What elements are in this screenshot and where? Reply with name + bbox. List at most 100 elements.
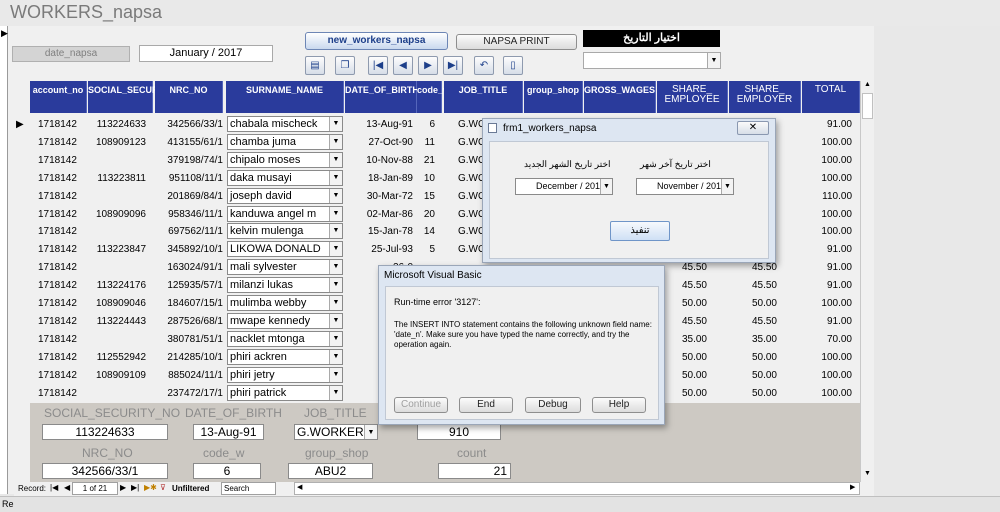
cell-nrc-no[interactable]: 885024/11/1: [150, 367, 223, 384]
cell-account-no[interactable]: 1718142: [38, 134, 88, 151]
cell-nrc-no[interactable]: 379198/74/1: [150, 152, 223, 169]
close-icon[interactable]: ✕: [737, 121, 769, 135]
cell-date-of-birth[interactable]: 13-Aug-91: [345, 116, 413, 133]
cell-account-no[interactable]: 1718142: [38, 295, 88, 312]
cell-share-employer[interactable]: 45.50: [729, 277, 777, 294]
surname-combo[interactable]: chabala mischeck ▼: [227, 116, 343, 132]
new-workers-napsa-button[interactable]: new_workers_napsa: [305, 32, 448, 50]
cell-share-employer[interactable]: 50.00: [729, 367, 777, 384]
column-header-share-employee[interactable]: SHARE_ EMPLOYEE: [657, 81, 728, 113]
cell-total[interactable]: 100.00: [802, 206, 852, 223]
cell-account-no[interactable]: 1718142: [38, 367, 88, 384]
dropdown-arrow-icon[interactable]: ▼: [329, 207, 342, 221]
cell-nrc-no[interactable]: 163024/91/1: [150, 259, 223, 276]
cell-nrc-no[interactable]: 125935/57/1: [150, 277, 223, 294]
dropdown-arrow-icon[interactable]: ▼: [329, 260, 342, 274]
dropdown-arrow-icon[interactable]: ▼: [329, 386, 342, 400]
cell-social-security-no[interactable]: [88, 188, 146, 205]
cell-total[interactable]: 91.00: [802, 277, 852, 294]
nav-new-record-icon[interactable]: ▶✱: [144, 483, 157, 492]
surname-combo[interactable]: daka musayi ▼: [227, 170, 343, 186]
form-record-selector[interactable]: [0, 26, 8, 494]
detail-count-field[interactable]: 21: [438, 463, 511, 479]
dropdown-arrow-icon[interactable]: ▼: [329, 314, 342, 328]
cell-date-of-birth[interactable]: 18-Jan-89: [345, 170, 413, 187]
delete-record-icon[interactable]: ▯: [503, 56, 523, 75]
cell-date-of-birth[interactable]: 10-Nov-88: [345, 152, 413, 169]
first-record-icon[interactable]: |◀: [368, 56, 388, 75]
dropdown-arrow-icon[interactable]: ▼: [329, 117, 342, 131]
cell-account-no[interactable]: 1718142: [38, 152, 88, 169]
vertical-scrollbar[interactable]: ▲ ▼: [860, 81, 874, 482]
cell-code-w[interactable]: 11: [417, 134, 435, 151]
dropdown-arrow-icon[interactable]: ▼: [329, 224, 342, 238]
cell-social-security-no[interactable]: 113223811: [88, 170, 146, 187]
cell-social-security-no[interactable]: 113224633: [88, 116, 146, 133]
surname-combo[interactable]: milanzi lukas ▼: [227, 277, 343, 293]
cell-nrc-no[interactable]: 345892/10/1: [150, 241, 223, 258]
cell-account-no[interactable]: 1718142: [38, 349, 88, 366]
cell-total[interactable]: 100.00: [802, 134, 852, 151]
dropdown-arrow-icon[interactable]: ▼: [329, 171, 342, 185]
cell-total[interactable]: 91.00: [802, 259, 852, 276]
execute-button[interactable]: تنفيذ: [610, 221, 670, 241]
column-header-date-of-birth[interactable]: DATE_OF_BIRTH: [345, 81, 419, 113]
dropdown-arrow-icon[interactable]: ▼: [329, 278, 342, 292]
cell-share-employer[interactable]: 35.00: [729, 331, 777, 348]
column-header-gross-wages[interactable]: GROSS_WAGES: [584, 81, 656, 113]
detail-ssn-field[interactable]: 113224633: [42, 424, 168, 440]
surname-combo[interactable]: nacklet mtonga ▼: [227, 331, 343, 347]
column-header-social-security-no[interactable]: SOCIAL_SECURITY_NO: [88, 81, 191, 113]
cell-social-security-no[interactable]: [88, 331, 146, 348]
surname-combo[interactable]: LIKOWA DONALD ▼: [227, 241, 343, 257]
cell-total[interactable]: 91.00: [802, 313, 852, 330]
filter-status[interactable]: Unfiltered: [172, 484, 209, 493]
cell-share-employer[interactable]: 50.00: [729, 349, 777, 366]
next-record-icon[interactable]: ▶: [418, 56, 438, 75]
cell-code-w[interactable]: 15: [417, 188, 435, 205]
cell-code-w[interactable]: 14: [417, 223, 435, 240]
new-month-dropdown[interactable]: December / 2017 ▼: [515, 178, 613, 195]
cell-code-w[interactable]: 5: [417, 241, 435, 258]
cell-code-w[interactable]: 21: [417, 152, 435, 169]
previous-record-icon[interactable]: ◀: [393, 56, 413, 75]
cell-social-security-no[interactable]: [88, 259, 146, 276]
cell-share-employer[interactable]: 50.00: [729, 385, 777, 402]
detail-nrc-field[interactable]: 342566/33/1: [42, 463, 168, 479]
dropdown-arrow-icon[interactable]: ▼: [329, 135, 342, 149]
cell-nrc-no[interactable]: 287526/68/1: [150, 313, 223, 330]
detail-job-combo[interactable]: G.WORKER ▼: [294, 424, 378, 440]
column-header-nrc-no[interactable]: NRC_NO: [155, 81, 223, 113]
surname-combo[interactable]: mwape kennedy ▼: [227, 313, 343, 329]
cell-social-security-no[interactable]: 108909109: [88, 367, 146, 384]
date-napsa-field[interactable]: January / 2017: [139, 45, 273, 62]
surname-combo[interactable]: joseph david ▼: [227, 188, 343, 204]
cell-account-no[interactable]: 1718142: [38, 313, 88, 330]
detail-group-field[interactable]: ABU2: [288, 463, 373, 479]
print-form-icon[interactable]: ▤: [305, 56, 325, 75]
cell-social-security-no[interactable]: 108909046: [88, 295, 146, 312]
surname-combo[interactable]: kelvin mulenga ▼: [227, 223, 343, 239]
scroll-left-icon[interactable]: ◀: [297, 483, 302, 491]
cell-total[interactable]: 110.00: [802, 188, 852, 205]
cell-total[interactable]: 100.00: [802, 170, 852, 187]
surname-combo[interactable]: kanduwa angel m ▼: [227, 206, 343, 222]
filter-icon[interactable]: ⊽: [160, 483, 166, 492]
cell-nrc-no[interactable]: 951108/11/1: [150, 170, 223, 187]
cell-total[interactable]: 100.00: [802, 349, 852, 366]
cell-date-of-birth[interactable]: 02-Mar-86: [345, 206, 413, 223]
column-header-job-title[interactable]: JOB_TITLE: [444, 81, 523, 113]
napsa-print-button[interactable]: NAPSA PRINT: [456, 34, 577, 50]
cell-social-security-no[interactable]: 113223847: [88, 241, 146, 258]
end-button[interactable]: End: [459, 397, 513, 413]
cell-account-no[interactable]: 1718142: [38, 277, 88, 294]
cell-nrc-no[interactable]: 342566/33/1: [150, 116, 223, 133]
column-header-group-shop[interactable]: group_shop: [524, 81, 583, 113]
column-header-share-employer[interactable]: SHARE_ EMPLOYER: [729, 81, 801, 113]
cell-nrc-no[interactable]: 413155/61/1: [150, 134, 223, 151]
cell-code-w[interactable]: 6: [417, 116, 435, 133]
frm1-title-bar[interactable]: frm1_workers_napsa ✕: [483, 119, 775, 139]
cell-nrc-no[interactable]: 697562/11/1: [150, 223, 223, 240]
help-button[interactable]: Help: [592, 397, 646, 413]
scrollbar-thumb[interactable]: [862, 93, 873, 119]
